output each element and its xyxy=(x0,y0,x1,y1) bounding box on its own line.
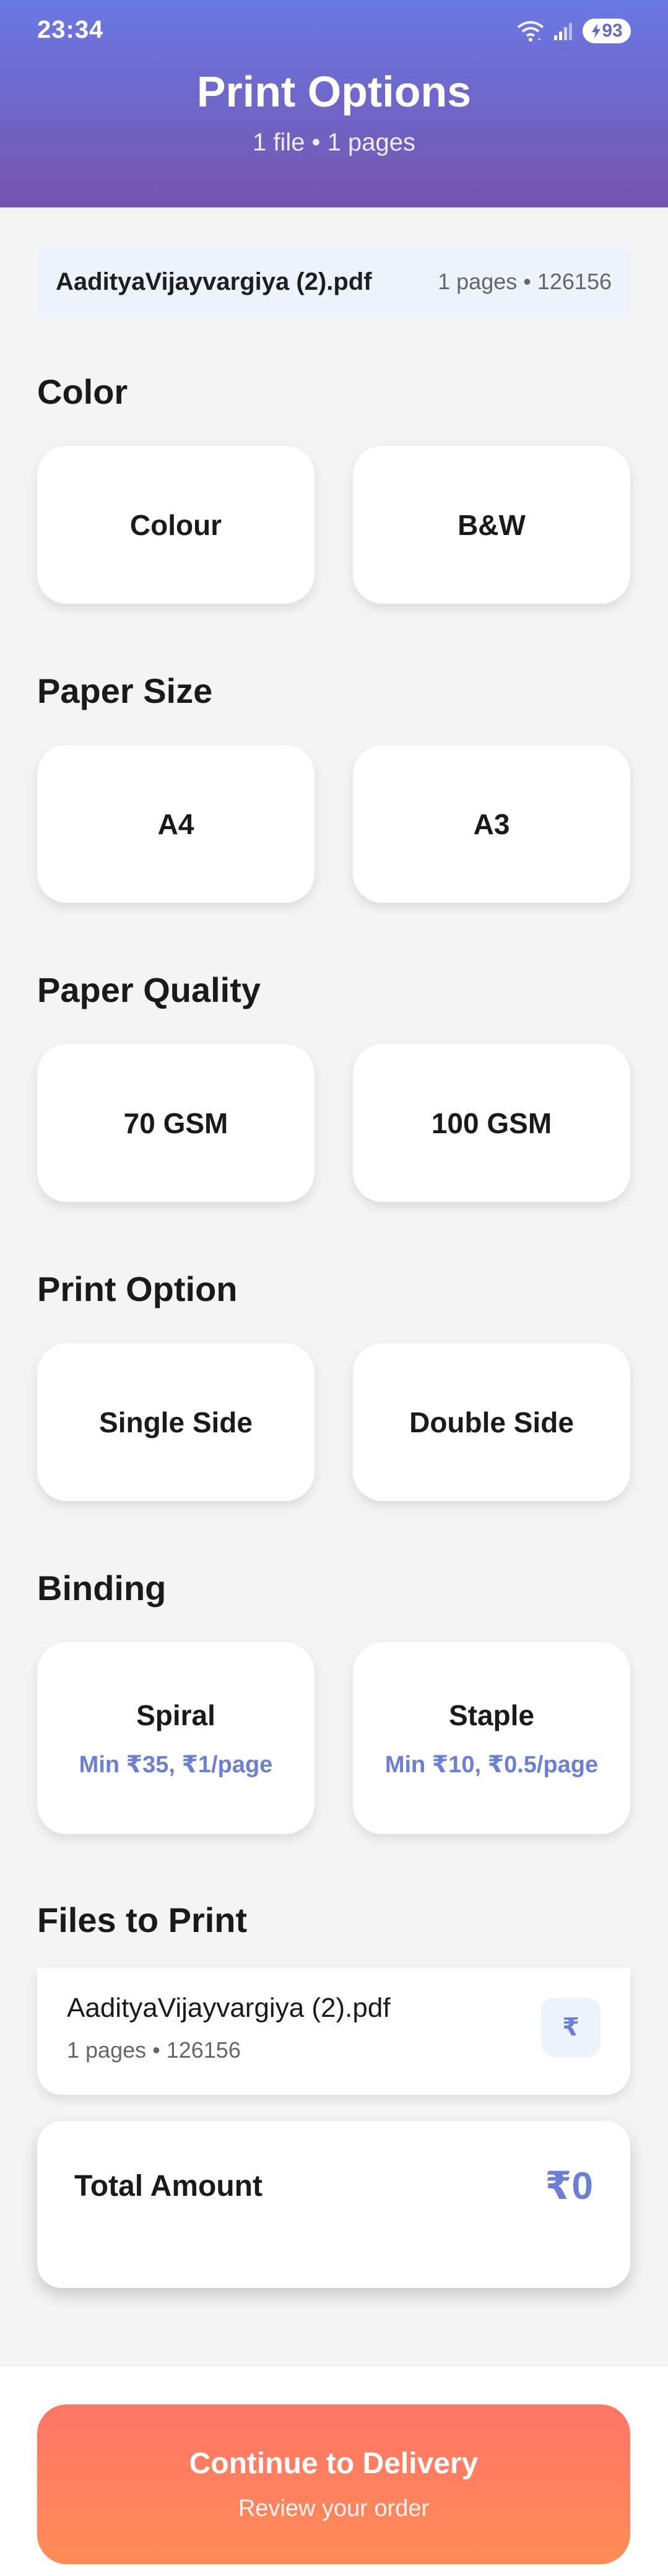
file-row: AadityaVijayvargiya (2).pdf 1 pages • 12… xyxy=(37,1968,630,2095)
section-title-color: Color xyxy=(37,372,128,411)
cta-label: Continue to Delivery xyxy=(189,2447,479,2480)
section-title-paper-quality: Paper Quality xyxy=(37,970,261,1009)
file-summary-name: AadityaVijayvargiya (2).pdf xyxy=(56,268,372,295)
option-single-side[interactable]: Single Side xyxy=(37,1343,314,1501)
status-bar: 23:34 + 93 xyxy=(0,0,668,62)
signal-icon xyxy=(554,23,572,40)
option-100-gsm[interactable]: 100 GSM xyxy=(353,1044,630,1202)
option-colour[interactable]: Colour xyxy=(37,446,314,604)
option-label: Single Side xyxy=(99,1406,253,1438)
option-a3[interactable]: A3 xyxy=(353,745,630,903)
option-label: 100 GSM xyxy=(431,1107,552,1139)
continue-to-delivery-button[interactable]: Continue to Delivery Review your order xyxy=(37,2404,630,2564)
section-title-binding: Binding xyxy=(37,1569,167,1608)
status-time: 23:34 xyxy=(37,16,104,43)
option-label: A3 xyxy=(473,807,510,840)
file-summary: AadityaVijayvargiya (2).pdf 1 pages • 12… xyxy=(37,248,630,316)
option-label: 70 GSM xyxy=(123,1107,228,1139)
rupee-icon[interactable]: ₹ xyxy=(541,1998,601,2057)
section-title-print-option: Print Option xyxy=(37,1269,238,1308)
option-label: Staple xyxy=(448,1699,535,1731)
option-label: Double Side xyxy=(409,1406,574,1438)
wifi-icon: + xyxy=(517,21,544,42)
section-title-files-to-print: Files to Print xyxy=(37,1900,248,1939)
battery-charging-icon xyxy=(592,24,601,38)
option-spiral[interactable]: Spiral Min ₹35, ₹1/page xyxy=(37,1642,314,1834)
option-bw[interactable]: B&W xyxy=(353,446,630,604)
option-label: Spiral xyxy=(136,1699,215,1731)
status-icons: + 93 xyxy=(517,17,631,45)
battery-indicator: 93 xyxy=(583,19,631,43)
total-label: Total Amount xyxy=(74,2170,262,2203)
file-summary-meta: 1 pages • 126156 xyxy=(438,269,612,294)
svg-text:+: + xyxy=(537,36,541,42)
file-row-meta: 1 pages • 126156 xyxy=(67,2037,241,2063)
page-subtitle: 1 file • 1 pages xyxy=(252,129,416,156)
option-price: Min ₹10, ₹0.5/page xyxy=(384,1751,599,1778)
page-title: Print Options xyxy=(196,67,472,116)
option-staple[interactable]: Staple Min ₹10, ₹0.5/page xyxy=(353,1642,630,1834)
option-double-side[interactable]: Double Side xyxy=(353,1343,630,1501)
option-a4[interactable]: A4 xyxy=(37,745,314,903)
option-label: A4 xyxy=(157,807,194,840)
header: 23:34 + 93 Print Options 1 file • 1 page… xyxy=(0,0,668,207)
option-label: B&W xyxy=(458,508,526,541)
cta-sublabel: Review your order xyxy=(238,2496,430,2522)
file-row-name: AadityaVijayvargiya (2).pdf xyxy=(67,1993,391,2023)
option-price: Min ₹35, ₹1/page xyxy=(79,1751,273,1778)
total-card: Total Amount ₹0 xyxy=(37,2121,630,2288)
battery-level: 93 xyxy=(602,20,623,41)
total-amount: ₹0 xyxy=(545,2165,593,2208)
option-70-gsm[interactable]: 70 GSM xyxy=(37,1044,314,1202)
section-title-paper-size: Paper Size xyxy=(37,671,213,710)
option-label: Colour xyxy=(129,508,222,541)
